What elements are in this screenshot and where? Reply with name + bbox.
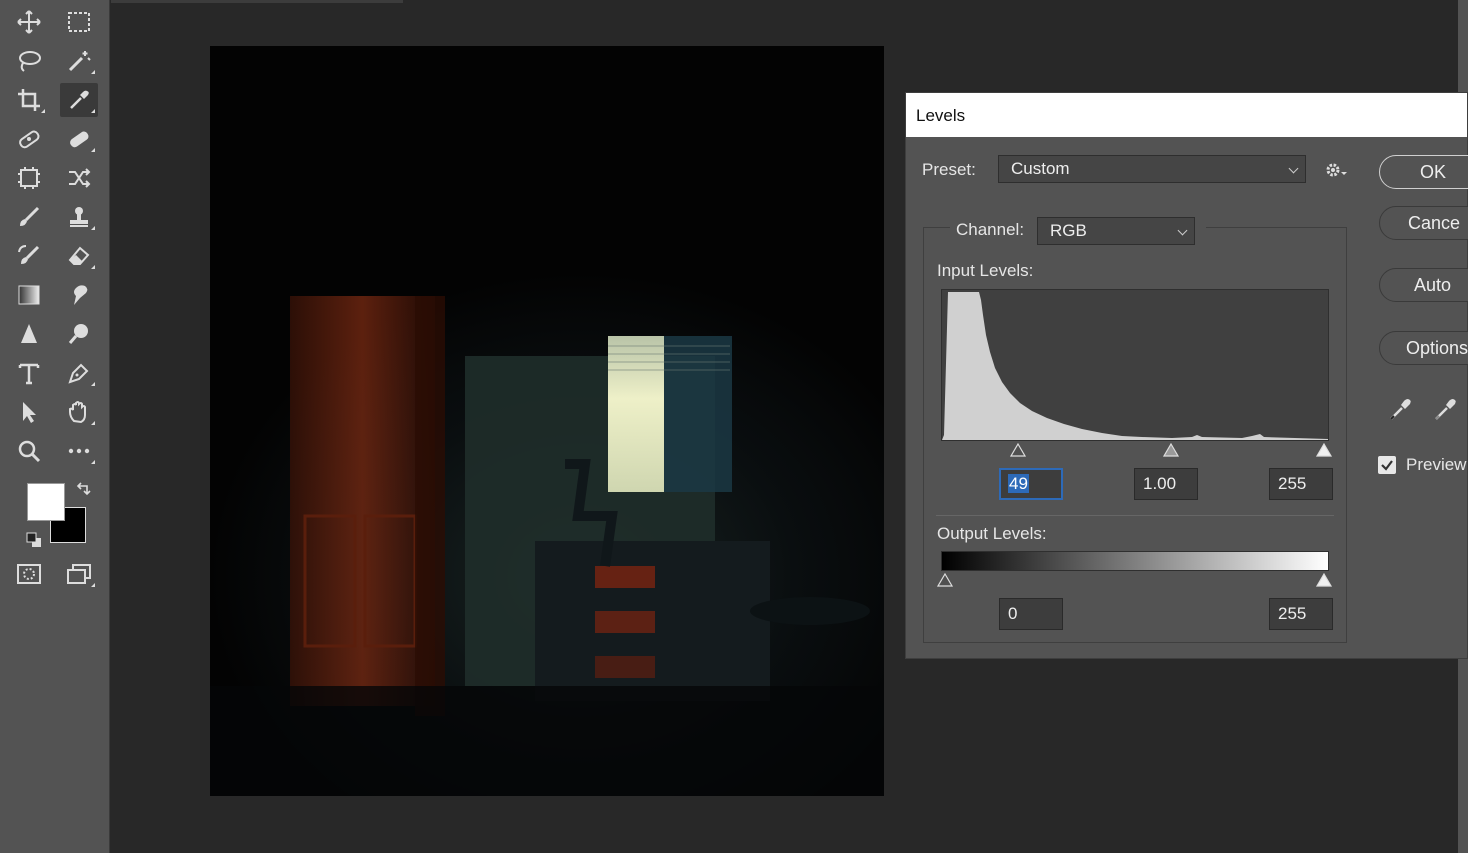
- channel-dropdown[interactable]: RGB: [1037, 217, 1195, 245]
- preset-label: Preset:: [922, 160, 976, 179]
- channel-label: Channel:: [956, 220, 1025, 239]
- brush-icon[interactable]: [10, 200, 48, 234]
- preview-checkbox[interactable]: [1378, 456, 1396, 474]
- eraser-icon[interactable]: [60, 239, 98, 273]
- channel-value: RGB: [1050, 221, 1087, 240]
- path-select-icon[interactable]: [10, 395, 48, 429]
- dodge-icon[interactable]: [60, 317, 98, 351]
- options-button[interactable]: Options: [1379, 331, 1468, 365]
- input-gamma-field[interactable]: 1.00: [1134, 468, 1198, 500]
- output-black-slider[interactable]: [936, 572, 954, 587]
- input-black-value: 49: [1008, 474, 1029, 493]
- document-tab-strip: [111, 0, 403, 3]
- sharpen-icon[interactable]: [10, 317, 48, 351]
- move-icon[interactable]: [10, 5, 48, 39]
- preset-value: Custom: [1011, 159, 1070, 178]
- lasso-icon[interactable]: [10, 44, 48, 78]
- dialog-titlebar[interactable]: Levels: [906, 93, 1467, 137]
- output-white-slider[interactable]: [1315, 572, 1333, 587]
- preview-label: Preview: [1406, 455, 1467, 474]
- output-white-value: 255: [1278, 604, 1307, 623]
- swap-colors-icon[interactable]: [75, 481, 91, 497]
- auto-button-label: Auto: [1414, 275, 1452, 295]
- hand-icon[interactable]: [60, 395, 98, 429]
- input-black-slider[interactable]: [1009, 442, 1027, 457]
- foreground-color-swatch[interactable]: [27, 483, 65, 521]
- input-white-slider[interactable]: [1315, 442, 1333, 457]
- chevron-down-icon: [1177, 225, 1188, 236]
- cancel-button[interactable]: Cance: [1379, 206, 1468, 240]
- auto-button[interactable]: Auto: [1379, 268, 1468, 302]
- eyedropper-icon[interactable]: [60, 83, 98, 117]
- dialog-title: Levels: [916, 106, 966, 125]
- input-white-value: 255: [1278, 474, 1307, 493]
- levels-dialog: Levels Preset: Custom Channel: RGB Input…: [905, 92, 1468, 659]
- separator: [936, 515, 1334, 516]
- spot-healing-icon[interactable]: [10, 122, 48, 156]
- magic-wand-icon[interactable]: [60, 44, 98, 78]
- output-levels-label: Output Levels:: [937, 524, 1047, 543]
- chevron-down-icon: [1288, 163, 1299, 174]
- screen-mode-icon[interactable]: [60, 557, 98, 591]
- preset-dropdown[interactable]: Custom: [998, 155, 1306, 183]
- smudge-icon[interactable]: [60, 278, 98, 312]
- output-gradient-bar: [941, 551, 1329, 571]
- input-gamma-value: 1.00: [1143, 474, 1177, 493]
- document-canvas[interactable]: [210, 46, 884, 796]
- tools-panel: [0, 0, 110, 853]
- output-black-value: 0: [1008, 604, 1018, 623]
- cancel-button-label: Cance: [1408, 213, 1461, 233]
- content-aware-move-icon[interactable]: [60, 161, 98, 195]
- gradient-icon[interactable]: [10, 278, 48, 312]
- gray-point-eyedropper-icon[interactable]: [1431, 395, 1459, 423]
- input-levels-label: Input Levels:: [937, 261, 1034, 280]
- histogram: [941, 289, 1329, 441]
- more-icon[interactable]: [60, 434, 98, 468]
- options-button-label: Options: [1406, 338, 1468, 358]
- output-black-field[interactable]: 0: [999, 598, 1063, 630]
- ok-button[interactable]: OK: [1379, 155, 1468, 189]
- clone-stamp-icon[interactable]: [60, 200, 98, 234]
- black-point-eyedropper-icon[interactable]: [1386, 395, 1414, 423]
- output-white-field[interactable]: 255: [1269, 598, 1333, 630]
- healing-brush-icon[interactable]: [60, 122, 98, 156]
- quick-mask-icon[interactable]: [10, 557, 48, 591]
- type-icon[interactable]: [10, 356, 48, 390]
- crop-icon[interactable]: [10, 83, 48, 117]
- pen-icon[interactable]: [60, 356, 98, 390]
- input-black-field[interactable]: 49: [999, 468, 1063, 500]
- history-brush-icon[interactable]: [10, 239, 48, 273]
- marquee-icon[interactable]: [60, 5, 98, 39]
- default-colors-icon[interactable]: [26, 532, 42, 548]
- input-gamma-slider[interactable]: [1162, 442, 1180, 457]
- input-white-field[interactable]: 255: [1269, 468, 1333, 500]
- frame-icon[interactable]: [10, 161, 48, 195]
- preset-options-gear-icon[interactable]: [1324, 160, 1352, 180]
- zoom-icon[interactable]: [10, 434, 48, 468]
- ok-button-label: OK: [1420, 162, 1447, 182]
